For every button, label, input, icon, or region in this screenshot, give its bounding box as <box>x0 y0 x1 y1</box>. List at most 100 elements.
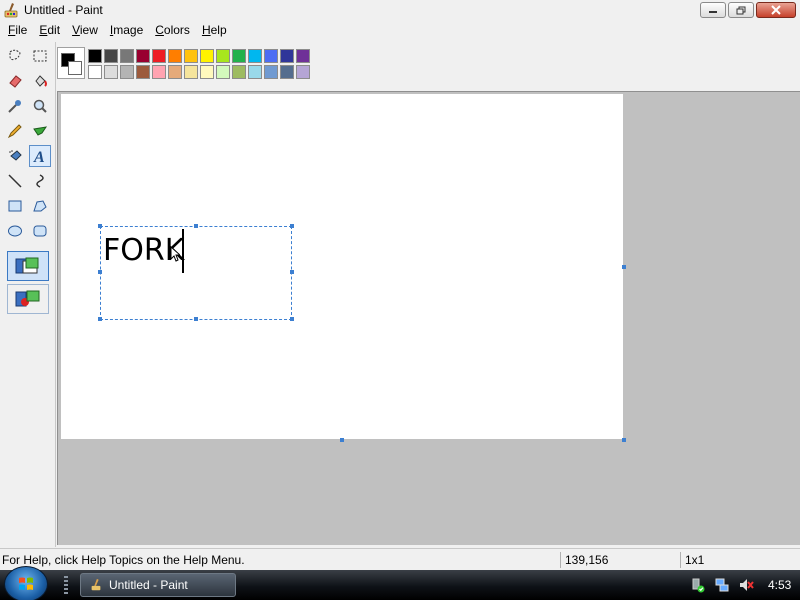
close-button[interactable] <box>756 2 796 18</box>
palette-swatch[interactable] <box>248 65 262 79</box>
rectangle-tool[interactable] <box>4 195 26 217</box>
palette-swatch[interactable] <box>168 65 182 79</box>
color-palette <box>88 49 310 79</box>
canvas-resize-handle-right[interactable] <box>622 265 626 269</box>
text-box-handle[interactable] <box>98 317 102 321</box>
curve-icon <box>36 174 44 188</box>
text-tool-icon: A <box>33 149 45 165</box>
palette-swatch[interactable] <box>120 49 134 63</box>
taskbar-grip[interactable] <box>64 576 68 594</box>
fill-bucket-icon <box>35 75 47 87</box>
text-box-handle[interactable] <box>290 317 294 321</box>
palette-swatch[interactable] <box>200 65 214 79</box>
current-colors[interactable] <box>57 47 85 79</box>
palette-swatch[interactable] <box>296 65 310 79</box>
windows-logo-icon <box>19 577 33 590</box>
close-icon <box>771 5 781 15</box>
mouse-cursor-icon <box>170 246 180 262</box>
transparent-background-option[interactable] <box>7 284 49 314</box>
status-divider <box>680 552 681 568</box>
polygon-tool[interactable] <box>29 195 51 217</box>
title-bar: Untitled - Paint <box>0 0 800 20</box>
menu-help[interactable]: Help <box>196 23 233 37</box>
color-picker-tool[interactable] <box>4 95 26 117</box>
palette-swatch[interactable] <box>136 49 150 63</box>
status-selection-size: 1x1 <box>685 553 705 567</box>
select-icon <box>33 50 47 62</box>
palette-swatch[interactable] <box>184 65 198 79</box>
palette-swatch[interactable] <box>120 65 134 79</box>
palette-swatch[interactable] <box>232 49 246 63</box>
opaque-background-option[interactable] <box>7 251 49 281</box>
network-icon[interactable] <box>714 577 730 593</box>
menu-file[interactable]: File <box>2 23 33 37</box>
free-form-select-icon <box>9 49 21 61</box>
palette-swatch[interactable] <box>264 49 278 63</box>
text-box-handle[interactable] <box>194 224 198 228</box>
safely-remove-icon[interactable] <box>690 577 706 593</box>
text-box-handle[interactable] <box>194 317 198 321</box>
volume-muted-icon[interactable] <box>738 577 754 593</box>
start-button[interactable] <box>4 566 48 600</box>
palette-swatch[interactable] <box>248 49 262 63</box>
eraser-tool[interactable] <box>4 70 26 92</box>
palette-swatch[interactable] <box>88 65 102 79</box>
ellipse-tool[interactable] <box>4 220 26 242</box>
palette-swatch[interactable] <box>264 65 278 79</box>
ellipse-icon <box>8 225 22 237</box>
taskbar-clock[interactable]: 4:53 <box>768 578 791 592</box>
status-help-text: For Help, click Help Topics on the Help … <box>2 553 245 567</box>
text-box-handle[interactable] <box>290 224 294 228</box>
curve-tool[interactable] <box>29 170 51 192</box>
maximize-button[interactable] <box>728 2 754 18</box>
palette-swatch[interactable] <box>168 49 182 63</box>
restore-icon <box>736 6 746 14</box>
taskbar: Untitled - Paint 4:53 <box>0 566 800 600</box>
pencil-tool[interactable] <box>4 120 26 142</box>
palette-swatch[interactable] <box>216 65 230 79</box>
rectangle-icon <box>8 200 22 212</box>
magnifier-icon <box>33 99 47 113</box>
palette-swatch[interactable] <box>136 65 150 79</box>
palette-swatch[interactable] <box>88 49 102 63</box>
text-box-handle[interactable] <box>98 270 102 274</box>
taskbar-paint-label: Untitled - Paint <box>109 578 188 592</box>
polygon-icon <box>33 200 47 212</box>
brush-tool[interactable] <box>29 120 51 142</box>
palette-swatch[interactable] <box>152 65 166 79</box>
paint-app-icon[interactable] <box>3 2 19 18</box>
palette-swatch[interactable] <box>280 49 294 63</box>
minimize-button[interactable] <box>700 2 726 18</box>
menu-edit[interactable]: Edit <box>33 23 66 37</box>
fill-bucket-tool[interactable] <box>29 70 51 92</box>
palette-swatch[interactable] <box>232 65 246 79</box>
line-icon <box>8 174 22 188</box>
free-form-select-tool[interactable] <box>4 45 26 67</box>
palette-swatch[interactable] <box>200 49 214 63</box>
palette-swatch[interactable] <box>280 65 294 79</box>
palette-swatch[interactable] <box>104 65 118 79</box>
palette-swatch[interactable] <box>216 49 230 63</box>
palette-swatch[interactable] <box>104 49 118 63</box>
line-tool[interactable] <box>4 170 26 192</box>
menu-colors[interactable]: Colors <box>149 23 196 37</box>
palette-swatch[interactable] <box>184 49 198 63</box>
magnifier-tool[interactable] <box>29 95 51 117</box>
text-box-handle[interactable] <box>98 224 102 228</box>
airbrush-tool[interactable] <box>4 145 26 167</box>
status-bar: For Help, click Help Topics on the Help … <box>0 548 800 570</box>
canvas-resize-handle-corner[interactable] <box>622 438 626 442</box>
text-box-handle[interactable] <box>290 270 294 274</box>
palette-swatch[interactable] <box>296 49 310 63</box>
rounded-rectangle-tool[interactable] <box>29 220 51 242</box>
menu-image[interactable]: Image <box>104 23 149 37</box>
background-color <box>68 61 82 75</box>
text-tool[interactable]: A <box>29 145 51 167</box>
select-tool[interactable] <box>29 45 51 67</box>
taskbar-paint-button[interactable]: Untitled - Paint <box>80 573 236 597</box>
palette-swatch[interactable] <box>152 49 166 63</box>
brush-icon <box>33 126 48 136</box>
status-coordinates: 139,156 <box>565 553 609 567</box>
menu-view[interactable]: View <box>66 23 104 37</box>
canvas-resize-handle-bottom[interactable] <box>340 438 344 442</box>
